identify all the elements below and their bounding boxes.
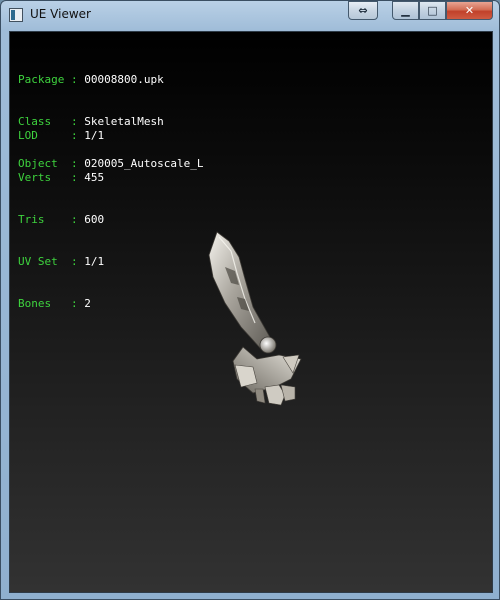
maximize-button[interactable]: □ [419,1,446,20]
info-label: LOD [18,129,65,142]
info-row-verts: Verts : 455 [18,171,104,185]
info-value: 1/1 [84,129,105,142]
info-separator: : [64,255,85,268]
info-row-package: Package : 00008800.upk [18,73,203,87]
info-value: 600 [84,213,105,226]
info-separator: : [64,129,85,142]
info-separator: : [64,213,85,226]
info-row-tris: Tris : 600 [18,213,104,227]
maximize-icon: □ [427,4,438,17]
info-label: Bones [18,297,65,310]
mesh-info-block: LOD : 1/1 Verts : 455 Tris : 600 UV Set … [18,101,104,339]
info-value: 1/1 [84,255,105,268]
info-label: UV Set [18,255,65,268]
window-title: UE Viewer [30,7,91,21]
info-row-lod: LOD : 1/1 [18,129,104,143]
app-window-icon[interactable] [9,8,23,22]
minimize-button[interactable]: ▁ [392,1,419,20]
info-separator: : [64,171,85,184]
minimize-icon: ▁ [401,4,410,17]
title-bar[interactable]: UE Viewer ⇔ ▁ □ ✕ [1,1,499,31]
close-icon: ✕ [464,4,475,17]
info-label: Package [18,73,65,86]
close-button[interactable]: ✕ [446,1,493,20]
info-label: Tris [18,213,65,226]
info-row-uvset: UV Set : 1/1 [18,255,104,269]
info-row-bones: Bones : 2 [18,297,104,311]
expand-button[interactable]: ⇔ [348,1,378,20]
info-separator: : [64,297,85,310]
info-value: 455 [84,171,105,184]
info-value: 2 [84,297,91,310]
skeletal-mesh-render [208,231,302,406]
app-window: UE Viewer ⇔ ▁ □ ✕ Package : 00008800.upk… [0,0,500,600]
info-separator: : [64,73,85,86]
info-value: 00008800.upk [84,73,164,86]
info-label: Verts [18,171,65,184]
3d-viewport[interactable]: Package : 00008800.upk Class : SkeletalM… [9,31,493,593]
double-arrow-icon: ⇔ [358,4,368,17]
